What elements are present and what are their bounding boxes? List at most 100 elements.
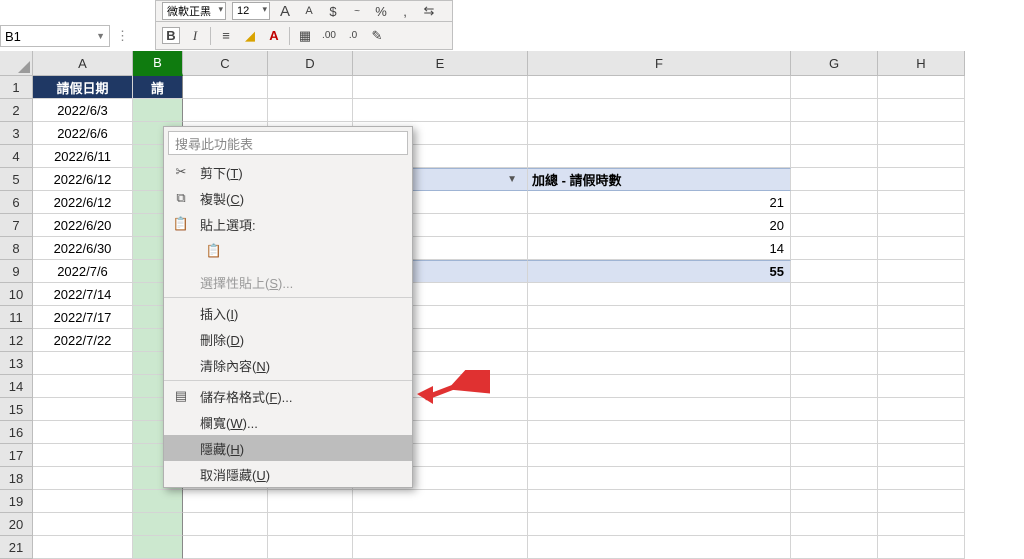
- cell-F16[interactable]: [528, 421, 791, 444]
- row-header-15[interactable]: 15: [0, 398, 33, 421]
- cell-B21[interactable]: [133, 536, 183, 559]
- row-header-4[interactable]: 4: [0, 145, 33, 168]
- cell-A11[interactable]: 2022/7/17: [33, 306, 133, 329]
- cell-H15[interactable]: [878, 398, 965, 421]
- cell-G17[interactable]: [791, 444, 878, 467]
- cell-A9[interactable]: 2022/7/6: [33, 260, 133, 283]
- column-header-E[interactable]: E: [353, 51, 528, 76]
- row-header-16[interactable]: 16: [0, 421, 33, 444]
- cell-F2[interactable]: [528, 99, 791, 122]
- row-header-14[interactable]: 14: [0, 375, 33, 398]
- menu-search-input[interactable]: 搜尋此功能表: [168, 131, 408, 155]
- menu-item-unhide[interactable]: 取消隱藏(U): [164, 461, 412, 487]
- cell-A7[interactable]: 2022/6/20: [33, 214, 133, 237]
- column-header-H[interactable]: H: [878, 51, 965, 76]
- cell-F11[interactable]: [528, 306, 791, 329]
- cell-F19[interactable]: [528, 490, 791, 513]
- cell-A3[interactable]: 2022/6/6: [33, 122, 133, 145]
- row-header-13[interactable]: 13: [0, 352, 33, 375]
- cell-F4[interactable]: [528, 145, 791, 168]
- cell-G6[interactable]: [791, 191, 878, 214]
- column-header-B[interactable]: B: [133, 51, 183, 76]
- cell-G20[interactable]: [791, 513, 878, 536]
- cell-H17[interactable]: [878, 444, 965, 467]
- italic-button[interactable]: I: [186, 28, 204, 44]
- cell-F3[interactable]: [528, 122, 791, 145]
- cell-H21[interactable]: [878, 536, 965, 559]
- menu-item-copy[interactable]: ⧉ 複製(C): [164, 185, 412, 211]
- row-header-3[interactable]: 3: [0, 122, 33, 145]
- cell-A20[interactable]: [33, 513, 133, 536]
- cell-G19[interactable]: [791, 490, 878, 513]
- cell-F9[interactable]: 55: [528, 260, 791, 283]
- cell-B1[interactable]: 請: [133, 76, 183, 99]
- cell-G5[interactable]: [791, 168, 878, 191]
- row-header-19[interactable]: 19: [0, 490, 33, 513]
- decimal-dec-icon[interactable]: .0: [344, 30, 362, 41]
- cell-A6[interactable]: 2022/6/12: [33, 191, 133, 214]
- cell-H10[interactable]: [878, 283, 965, 306]
- cell-F14[interactable]: [528, 375, 791, 398]
- cell-A8[interactable]: 2022/6/30: [33, 237, 133, 260]
- cell-D21[interactable]: [268, 536, 353, 559]
- cell-H16[interactable]: [878, 421, 965, 444]
- cell-D20[interactable]: [268, 513, 353, 536]
- wrap-text-icon[interactable]: ⇆: [420, 3, 438, 19]
- font-size-combo[interactable]: 12: [232, 2, 270, 20]
- cell-A12[interactable]: 2022/7/22: [33, 329, 133, 352]
- cell-A15[interactable]: [33, 398, 133, 421]
- cell-G21[interactable]: [791, 536, 878, 559]
- menu-item-cut[interactable]: ✂ 剪下(T): [164, 159, 412, 185]
- cell-H9[interactable]: [878, 260, 965, 283]
- column-header-A[interactable]: A: [33, 51, 133, 76]
- row-header-1[interactable]: 1: [0, 76, 33, 99]
- cell-H7[interactable]: [878, 214, 965, 237]
- cell-H5[interactable]: [878, 168, 965, 191]
- cell-C21[interactable]: [183, 536, 268, 559]
- cell-E19[interactable]: [353, 490, 528, 513]
- row-header-9[interactable]: 9: [0, 260, 33, 283]
- menu-item-column-width[interactable]: 欄寬(W)...: [164, 409, 412, 435]
- cell-H2[interactable]: [878, 99, 965, 122]
- cell-H12[interactable]: [878, 329, 965, 352]
- tilde-icon[interactable]: ~: [348, 6, 366, 17]
- menu-item-clear[interactable]: 清除內容(N): [164, 352, 412, 378]
- cell-E2[interactable]: [353, 99, 528, 122]
- cell-A4[interactable]: 2022/6/11: [33, 145, 133, 168]
- cell-H8[interactable]: [878, 237, 965, 260]
- column-header-C[interactable]: C: [183, 51, 268, 76]
- cell-H19[interactable]: [878, 490, 965, 513]
- row-header-12[interactable]: 12: [0, 329, 33, 352]
- cell-F21[interactable]: [528, 536, 791, 559]
- cell-F6[interactable]: 21: [528, 191, 791, 214]
- cell-F10[interactable]: [528, 283, 791, 306]
- filter-dropdown-icon[interactable]: ▼: [507, 174, 523, 185]
- cell-A5[interactable]: 2022/6/12: [33, 168, 133, 191]
- borders-icon[interactable]: ▦: [296, 28, 314, 44]
- formula-bar-expand-icon[interactable]: ⋮: [116, 28, 129, 44]
- cell-H14[interactable]: [878, 375, 965, 398]
- cell-A17[interactable]: [33, 444, 133, 467]
- column-header-D[interactable]: D: [268, 51, 353, 76]
- cell-F7[interactable]: 20: [528, 214, 791, 237]
- menu-item-format-cells[interactable]: ▤ 儲存格格式(F)...: [164, 383, 412, 409]
- column-header-G[interactable]: G: [791, 51, 878, 76]
- font-family-combo[interactable]: 微軟正黑: [162, 2, 226, 20]
- cell-A14[interactable]: [33, 375, 133, 398]
- cell-G11[interactable]: [791, 306, 878, 329]
- cell-C19[interactable]: [183, 490, 268, 513]
- cell-D19[interactable]: [268, 490, 353, 513]
- row-header-10[interactable]: 10: [0, 283, 33, 306]
- cell-F13[interactable]: [528, 352, 791, 375]
- cell-F1[interactable]: [528, 76, 791, 99]
- percent-icon[interactable]: %: [372, 4, 390, 19]
- cell-G18[interactable]: [791, 467, 878, 490]
- cell-A21[interactable]: [33, 536, 133, 559]
- menu-item-insert[interactable]: 插入(I): [164, 300, 412, 326]
- row-header-18[interactable]: 18: [0, 467, 33, 490]
- cell-A10[interactable]: 2022/7/14: [33, 283, 133, 306]
- cell-H20[interactable]: [878, 513, 965, 536]
- paste-option-button[interactable]: 📋: [200, 239, 228, 263]
- row-header-20[interactable]: 20: [0, 513, 33, 536]
- font-color-icon[interactable]: A: [265, 28, 283, 43]
